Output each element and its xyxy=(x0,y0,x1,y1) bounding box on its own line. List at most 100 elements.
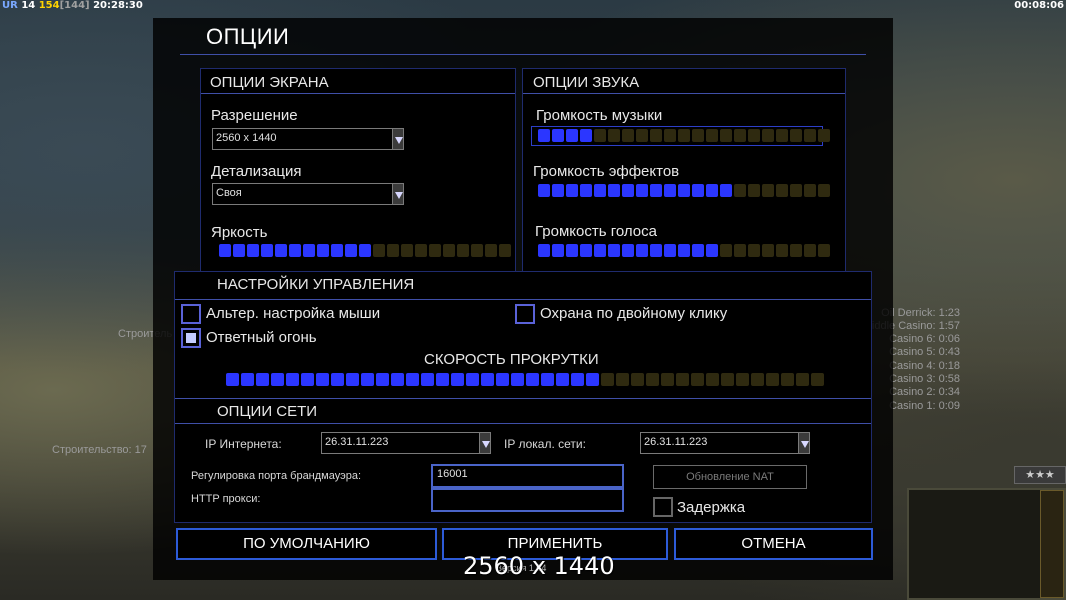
slider-segment[interactable] xyxy=(436,373,449,386)
slider-segment[interactable] xyxy=(678,184,690,197)
slider-segment[interactable] xyxy=(692,184,704,197)
slider-segment[interactable] xyxy=(692,244,704,257)
slider-segment[interactable] xyxy=(376,373,389,386)
cancel-button[interactable]: ОТМЕНА xyxy=(674,528,873,560)
slider-segment[interactable] xyxy=(499,244,511,257)
slider-segment[interactable] xyxy=(345,244,357,257)
slider-segment[interactable] xyxy=(804,244,816,257)
slider-segment[interactable] xyxy=(511,373,524,386)
nat-update-button[interactable]: Обновление NAT xyxy=(653,465,807,489)
slider-segment[interactable] xyxy=(608,244,620,257)
slider-segment[interactable] xyxy=(736,373,749,386)
slider-segment[interactable] xyxy=(818,129,830,142)
slider-segment[interactable] xyxy=(751,373,764,386)
slider-segment[interactable] xyxy=(256,373,269,386)
slider-segment[interactable] xyxy=(790,184,802,197)
slider-segment[interactable] xyxy=(316,373,329,386)
slider-segment[interactable] xyxy=(286,373,299,386)
music-volume-slider[interactable] xyxy=(538,129,830,142)
slider-segment[interactable] xyxy=(762,129,774,142)
scroll-speed-slider[interactable] xyxy=(226,373,824,386)
slider-segment[interactable] xyxy=(762,184,774,197)
alt-mouse-checkbox[interactable] xyxy=(181,304,201,324)
slider-segment[interactable] xyxy=(748,129,760,142)
slider-segment[interactable] xyxy=(706,244,718,257)
slider-segment[interactable] xyxy=(720,184,732,197)
slider-segment[interactable] xyxy=(552,129,564,142)
slider-segment[interactable] xyxy=(471,244,483,257)
slider-segment[interactable] xyxy=(401,244,413,257)
slider-segment[interactable] xyxy=(804,129,816,142)
slider-segment[interactable] xyxy=(566,129,578,142)
slider-segment[interactable] xyxy=(776,129,788,142)
slider-segment[interactable] xyxy=(776,184,788,197)
brightness-slider[interactable] xyxy=(219,244,511,257)
delay-checkbox[interactable] xyxy=(653,497,673,517)
slider-segment[interactable] xyxy=(616,373,629,386)
slider-segment[interactable] xyxy=(636,184,648,197)
slider-segment[interactable] xyxy=(691,373,704,386)
slider-segment[interactable] xyxy=(594,129,606,142)
slider-segment[interactable] xyxy=(676,373,689,386)
slider-segment[interactable] xyxy=(646,373,659,386)
slider-segment[interactable] xyxy=(766,373,779,386)
slider-segment[interactable] xyxy=(594,244,606,257)
slider-segment[interactable] xyxy=(692,129,704,142)
slider-segment[interactable] xyxy=(538,244,550,257)
slider-segment[interactable] xyxy=(720,244,732,257)
slider-segment[interactable] xyxy=(275,244,287,257)
slider-segment[interactable] xyxy=(622,244,634,257)
slider-segment[interactable] xyxy=(457,244,469,257)
double-click-checkbox[interactable] xyxy=(515,304,535,324)
slider-segment[interactable] xyxy=(580,129,592,142)
slider-segment[interactable] xyxy=(346,373,359,386)
slider-segment[interactable] xyxy=(580,244,592,257)
slider-segment[interactable] xyxy=(566,244,578,257)
defaults-button[interactable]: ПО УМОЛЧАНИЮ xyxy=(176,528,437,560)
slider-segment[interactable] xyxy=(261,244,273,257)
slider-segment[interactable] xyxy=(485,244,497,257)
slider-segment[interactable] xyxy=(721,373,734,386)
slider-segment[interactable] xyxy=(796,373,809,386)
slider-segment[interactable] xyxy=(359,244,371,257)
slider-segment[interactable] xyxy=(790,129,802,142)
slider-segment[interactable] xyxy=(661,373,674,386)
detail-dropdown[interactable]: Своя xyxy=(212,183,404,205)
slider-segment[interactable] xyxy=(811,373,824,386)
slider-segment[interactable] xyxy=(247,244,259,257)
slider-segment[interactable] xyxy=(226,373,239,386)
internet-ip-dropdown[interactable]: 26.31.11.223 xyxy=(321,432,491,454)
slider-segment[interactable] xyxy=(331,373,344,386)
slider-segment[interactable] xyxy=(650,129,662,142)
slider-segment[interactable] xyxy=(781,373,794,386)
slider-segment[interactable] xyxy=(219,244,231,257)
slider-segment[interactable] xyxy=(664,184,676,197)
slider-segment[interactable] xyxy=(538,184,550,197)
slider-segment[interactable] xyxy=(748,244,760,257)
slider-segment[interactable] xyxy=(664,244,676,257)
slider-segment[interactable] xyxy=(706,184,718,197)
slider-segment[interactable] xyxy=(451,373,464,386)
slider-segment[interactable] xyxy=(241,373,254,386)
slider-segment[interactable] xyxy=(631,373,644,386)
slider-segment[interactable] xyxy=(776,244,788,257)
effects-volume-slider[interactable] xyxy=(538,184,830,197)
slider-segment[interactable] xyxy=(443,244,455,257)
slider-segment[interactable] xyxy=(706,129,718,142)
slider-segment[interactable] xyxy=(289,244,301,257)
slider-segment[interactable] xyxy=(818,244,830,257)
slider-segment[interactable] xyxy=(496,373,509,386)
slider-segment[interactable] xyxy=(734,244,746,257)
slider-segment[interactable] xyxy=(586,373,599,386)
slider-segment[interactable] xyxy=(664,129,676,142)
slider-segment[interactable] xyxy=(636,244,648,257)
slider-segment[interactable] xyxy=(762,244,774,257)
slider-segment[interactable] xyxy=(317,244,329,257)
slider-segment[interactable] xyxy=(678,129,690,142)
slider-segment[interactable] xyxy=(303,244,315,257)
slider-segment[interactable] xyxy=(636,129,648,142)
slider-segment[interactable] xyxy=(301,373,314,386)
slider-segment[interactable] xyxy=(538,129,550,142)
slider-segment[interactable] xyxy=(601,373,614,386)
slider-segment[interactable] xyxy=(481,373,494,386)
